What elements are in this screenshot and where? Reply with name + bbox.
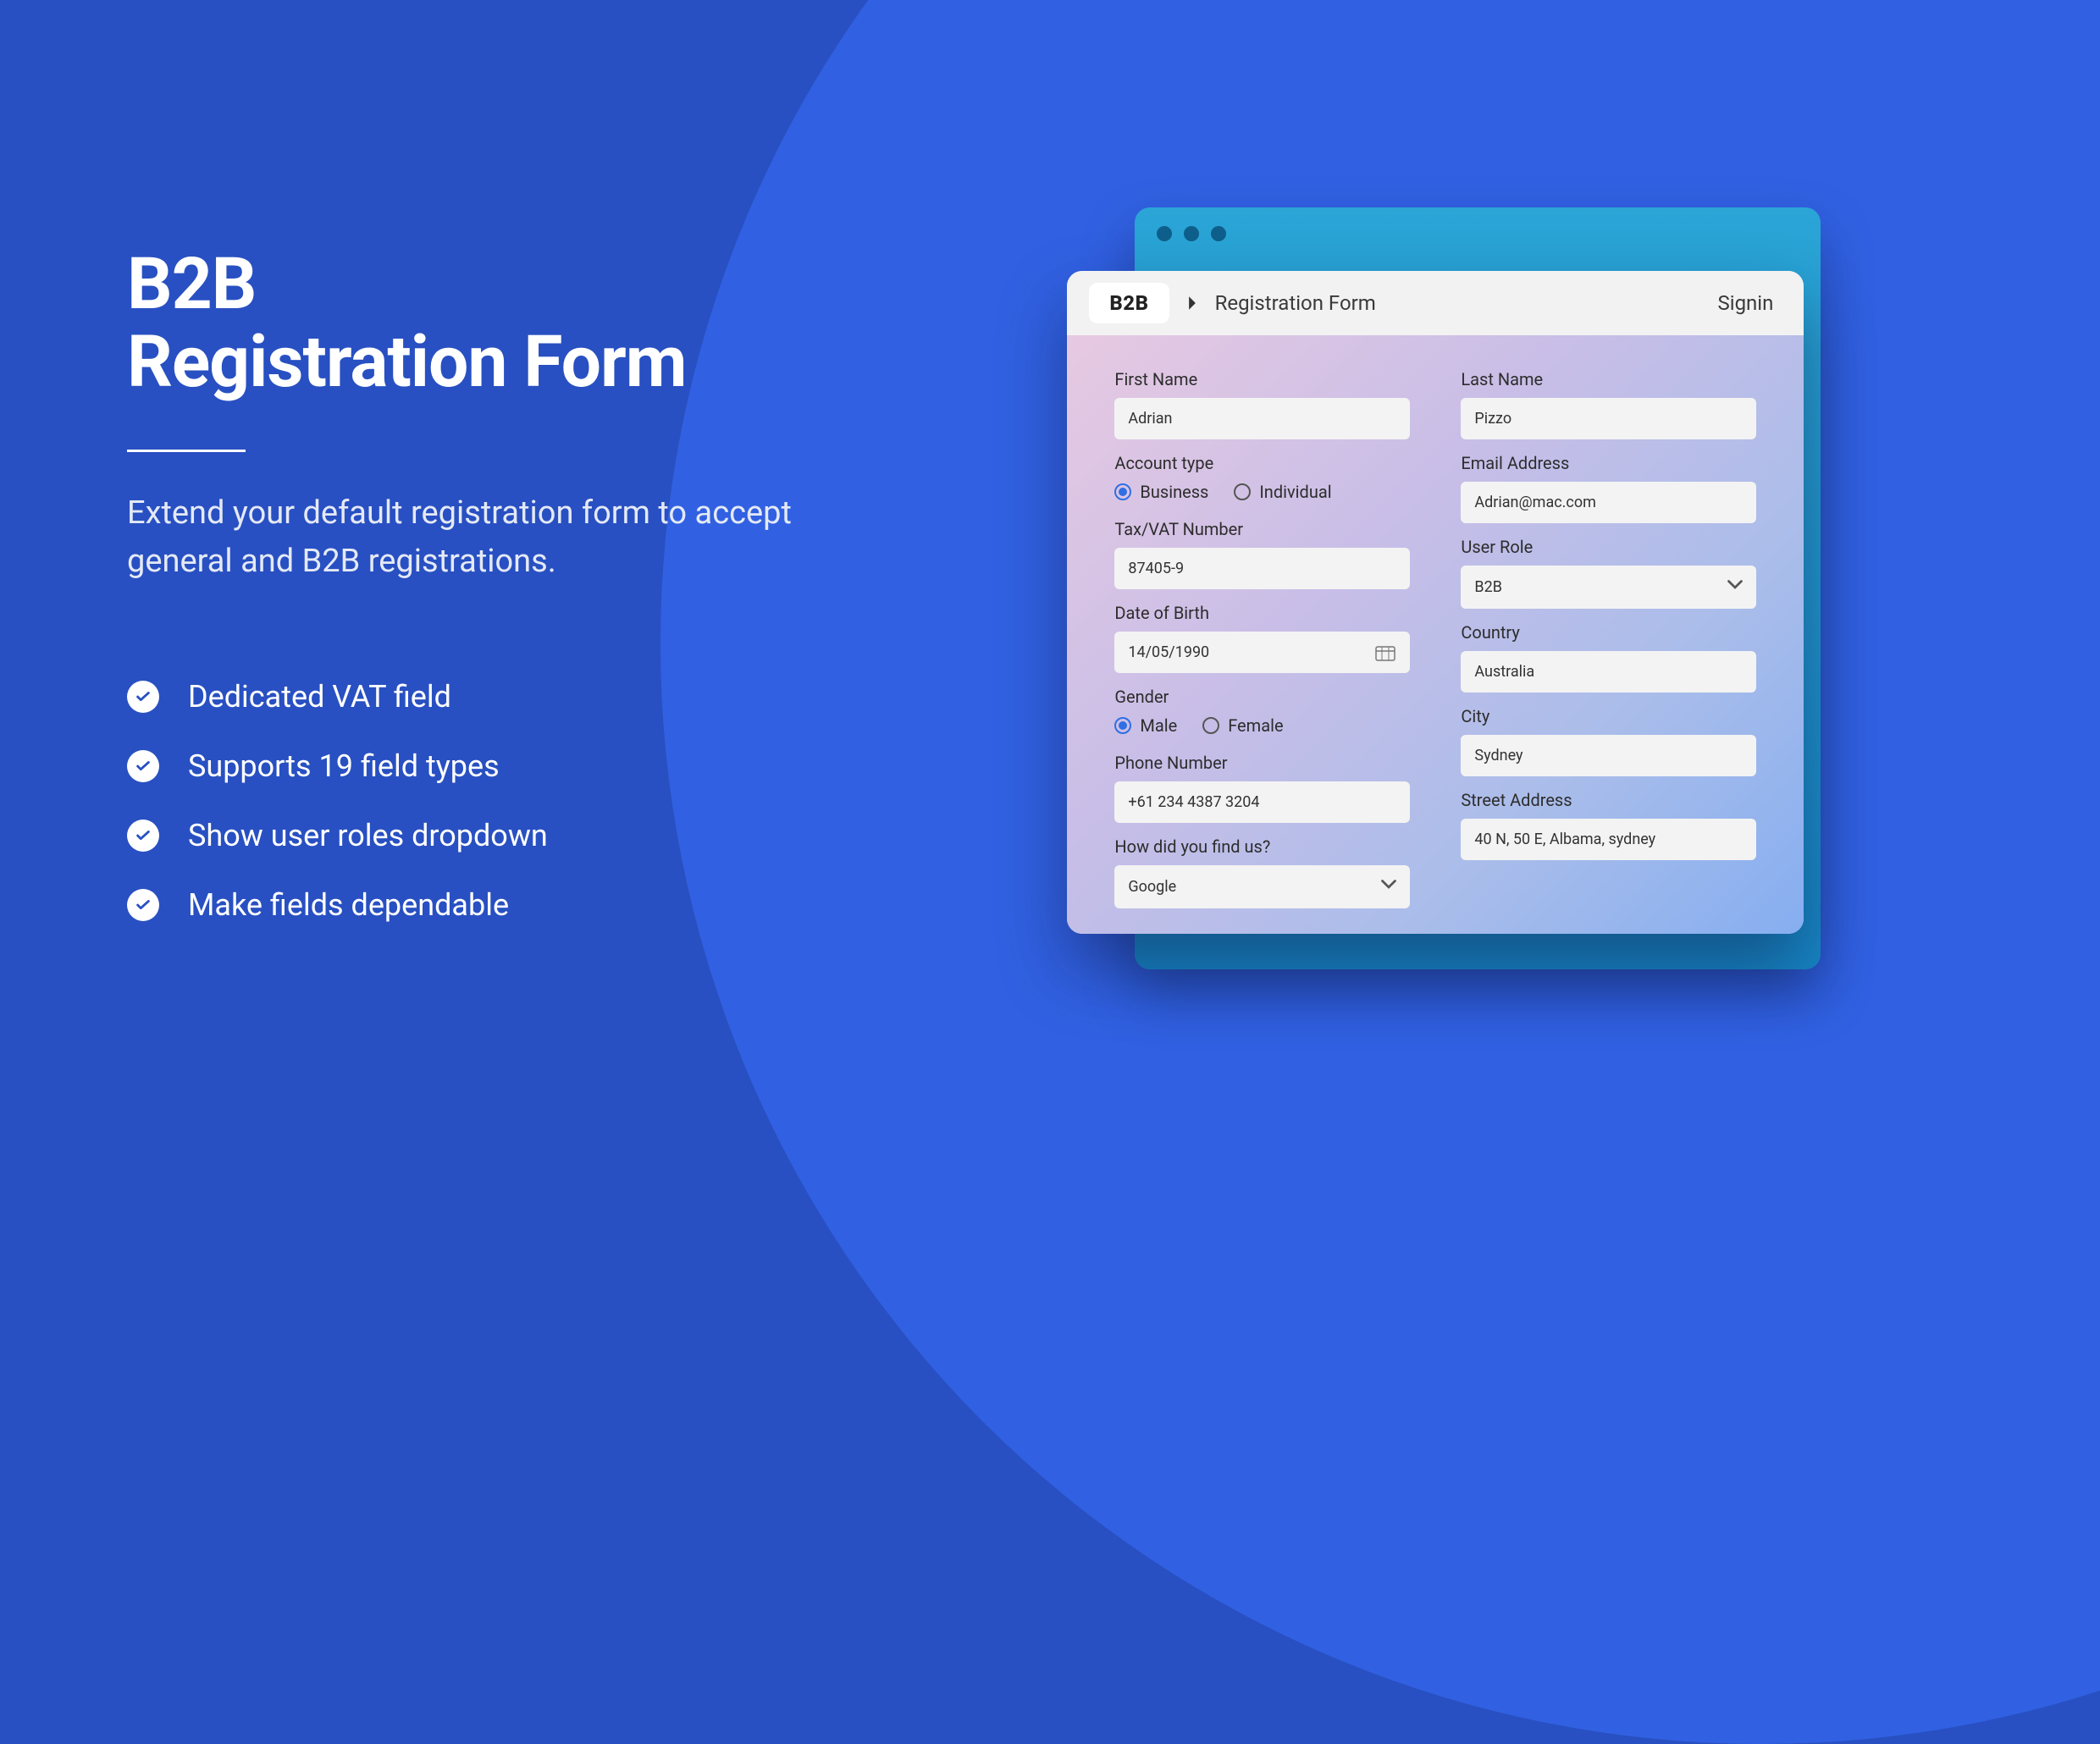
feature-label: Show user roles dropdown xyxy=(188,818,548,853)
account-type-label: Account type xyxy=(1114,453,1410,473)
country-label: Country xyxy=(1461,622,1756,643)
last-name-group: Last Name xyxy=(1461,369,1756,439)
b2b-logo-chip: B2B xyxy=(1089,283,1169,323)
first-name-label: First Name xyxy=(1114,369,1410,389)
window-controls xyxy=(1135,207,1821,260)
radio-label: Male xyxy=(1140,715,1177,736)
chevron-down-icon xyxy=(1727,577,1743,597)
form-body: First Name Account type Business xyxy=(1067,335,1804,934)
radio-label: Female xyxy=(1228,715,1283,736)
hero-title-line1: B2B xyxy=(127,246,957,323)
tax-vat-label: Tax/VAT Number xyxy=(1114,519,1410,539)
street-address-input[interactable] xyxy=(1461,819,1756,860)
dob-value: 14/05/1990 xyxy=(1128,643,1209,661)
radio-icon xyxy=(1202,717,1219,734)
last-name-input[interactable] xyxy=(1461,398,1756,439)
radio-label: Business xyxy=(1140,482,1208,502)
city-input[interactable] xyxy=(1461,735,1756,776)
hero-subtitle: Extend your default registration form to… xyxy=(127,489,855,586)
user-role-value: B2B xyxy=(1474,578,1502,596)
feature-label: Supports 19 field types xyxy=(188,748,500,784)
radio-label: Individual xyxy=(1259,482,1331,502)
country-input[interactable] xyxy=(1461,651,1756,693)
window-title: Registration Form xyxy=(1215,291,1376,315)
feature-item: Dedicated VAT field xyxy=(127,679,957,715)
city-label: City xyxy=(1461,706,1756,726)
first-name-input[interactable] xyxy=(1114,398,1410,439)
feature-item: Show user roles dropdown xyxy=(127,818,957,853)
account-type-individual-radio[interactable]: Individual xyxy=(1234,482,1331,502)
hero-title-line2: Registration Form xyxy=(127,323,957,401)
last-name-label: Last Name xyxy=(1461,369,1756,389)
email-label: Email Address xyxy=(1461,453,1756,473)
window-dot-icon xyxy=(1184,226,1199,241)
radio-icon xyxy=(1114,717,1131,734)
signin-link[interactable]: Signin xyxy=(1717,291,1773,315)
calendar-icon xyxy=(1374,644,1396,661)
email-input[interactable] xyxy=(1461,482,1756,523)
window-dot-icon xyxy=(1211,226,1226,241)
email-group: Email Address xyxy=(1461,453,1756,523)
found-us-label: How did you find us? xyxy=(1114,836,1410,857)
phone-group: Phone Number xyxy=(1114,753,1410,823)
radio-icon xyxy=(1234,483,1251,500)
preview-area: B2B Registration Form Signin First Name xyxy=(1008,0,2100,1294)
feature-label: Dedicated VAT field xyxy=(188,679,451,715)
page-container: B2B Registration Form Extend your defaul… xyxy=(0,0,2100,1294)
account-type-group: Account type Business Individual xyxy=(1114,453,1410,505)
radio-icon xyxy=(1114,483,1131,500)
found-us-select[interactable]: Google xyxy=(1114,865,1410,908)
phone-input[interactable] xyxy=(1114,781,1410,823)
feature-item: Supports 19 field types xyxy=(127,748,957,784)
user-role-select[interactable]: B2B xyxy=(1461,566,1756,609)
first-name-group: First Name xyxy=(1114,369,1410,439)
gender-male-radio[interactable]: Male xyxy=(1114,715,1177,736)
street-address-label: Street Address xyxy=(1461,790,1756,810)
tax-vat-group: Tax/VAT Number xyxy=(1114,519,1410,589)
feature-item: Make fields dependable xyxy=(127,887,957,923)
found-us-value: Google xyxy=(1128,878,1176,896)
gender-label: Gender xyxy=(1114,687,1410,707)
gender-female-radio[interactable]: Female xyxy=(1202,715,1283,736)
user-role-label: User Role xyxy=(1461,537,1756,557)
country-group: Country xyxy=(1461,622,1756,693)
street-address-group: Street Address xyxy=(1461,790,1756,860)
registration-window: B2B Registration Form Signin First Name xyxy=(1067,271,1804,934)
check-icon xyxy=(127,889,159,921)
window-header: B2B Registration Form Signin xyxy=(1067,271,1804,335)
dob-input[interactable]: 14/05/1990 xyxy=(1114,632,1410,673)
found-us-group: How did you find us? Google xyxy=(1114,836,1410,908)
dob-label: Date of Birth xyxy=(1114,603,1410,623)
gender-group: Gender Male Female xyxy=(1114,687,1410,739)
check-icon xyxy=(127,820,159,852)
check-icon xyxy=(127,681,159,713)
tax-vat-input[interactable] xyxy=(1114,548,1410,589)
window-dot-icon xyxy=(1157,226,1172,241)
user-role-group: User Role B2B xyxy=(1461,537,1756,609)
feature-list: Dedicated VAT field Supports 19 field ty… xyxy=(127,679,957,923)
check-icon xyxy=(127,750,159,782)
hero-divider xyxy=(127,450,246,452)
hero-section: B2B Registration Form Extend your defaul… xyxy=(0,0,1008,1294)
feature-label: Make fields dependable xyxy=(188,887,509,923)
dob-group: Date of Birth 14/05/1990 xyxy=(1114,603,1410,673)
caret-right-icon xyxy=(1186,295,1198,311)
chevron-down-icon xyxy=(1381,877,1396,897)
account-type-business-radio[interactable]: Business xyxy=(1114,482,1208,502)
phone-label: Phone Number xyxy=(1114,753,1410,773)
city-group: City xyxy=(1461,706,1756,776)
